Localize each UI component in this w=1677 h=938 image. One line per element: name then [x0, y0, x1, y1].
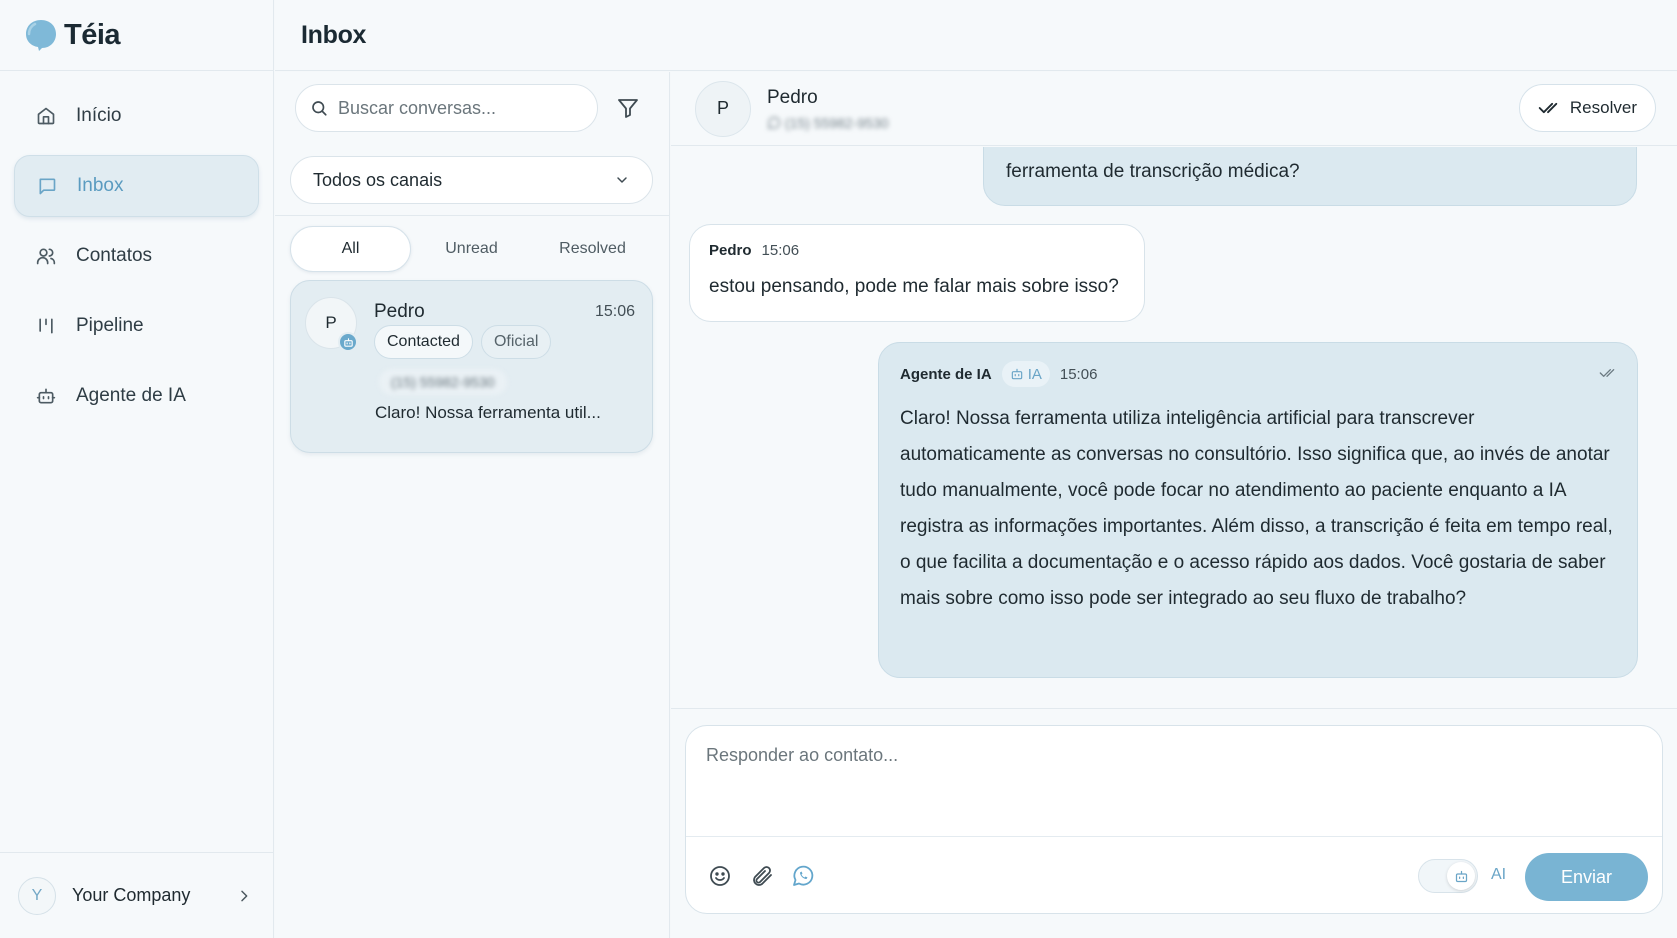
- message-time: 15:06: [1059, 365, 1098, 383]
- message-bubble-incoming: Pedro 15:06 estou pensando, pode me fala…: [689, 224, 1145, 322]
- message-meta: Agente de IA IA 15:06: [900, 361, 1617, 387]
- message-author: Pedro: [709, 242, 752, 259]
- conversation-phone: (15) 55982-9530: [379, 369, 507, 395]
- brand-logo-icon: [26, 20, 56, 51]
- message-time: 15:06: [761, 242, 800, 259]
- chat-contact-name: Pedro: [767, 86, 818, 108]
- company-switcher[interactable]: Y Your Company: [0, 852, 274, 938]
- ai-agent-badge: [338, 332, 358, 352]
- channel-select-value: Todos os canais: [313, 169, 443, 190]
- search-box[interactable]: [295, 84, 598, 132]
- filter-icon[interactable]: [616, 96, 640, 120]
- ai-toggle-label: AI: [1491, 866, 1507, 883]
- conversation-list-panel: Todos os canais All Unread Resolved P Pe…: [275, 72, 670, 938]
- pipeline-icon: [39, 318, 53, 334]
- ai-toggle[interactable]: [1418, 859, 1478, 893]
- tab-unread[interactable]: Unread: [411, 226, 532, 272]
- main-nav: Início Inbox Contatos Pipeline Agente de…: [0, 71, 273, 427]
- message-text: ferramenta de transcrição médica?: [1006, 161, 1300, 182]
- resolve-button[interactable]: Resolver: [1518, 84, 1656, 132]
- bot-icon: [1455, 870, 1467, 882]
- home-icon: [37, 107, 55, 125]
- bot-icon: [36, 388, 56, 404]
- search-icon: [312, 101, 327, 116]
- search-row: [275, 72, 669, 132]
- whatsapp-icon: [767, 116, 781, 129]
- brand[interactable]: Téia: [0, 0, 273, 71]
- users-icon: [36, 248, 56, 265]
- chat-panel: P Pedro (15) 55982-9530 Resolver ferrame…: [671, 72, 1677, 938]
- tag-contacted: Contacted: [374, 325, 473, 359]
- emoji-icon[interactable]: [708, 864, 732, 888]
- nav-item-label: Pipeline: [76, 315, 144, 336]
- page-title: Inbox: [301, 20, 367, 49]
- message-icon: [39, 178, 56, 195]
- resolve-label: Resolver: [1569, 98, 1637, 117]
- chat-contact-phone: (15) 55982-9530: [785, 114, 889, 131]
- composer-area: AI Enviar: [671, 708, 1677, 938]
- message-bubble-ai: Agente de IA IA 15:06 Claro! Nossa ferra…: [878, 342, 1638, 678]
- chevron-down-icon: [617, 177, 627, 183]
- nav-item-contatos[interactable]: Contatos: [14, 225, 259, 287]
- message-list: ferramenta de transcrição médica? Pedro …: [671, 147, 1677, 707]
- nav-item-inbox[interactable]: Inbox: [14, 155, 259, 217]
- attachment-icon[interactable]: [750, 864, 774, 888]
- search-input[interactable]: [338, 97, 578, 119]
- whatsapp-icon[interactable]: [791, 864, 815, 888]
- ia-badge-label: IA: [1027, 365, 1042, 383]
- conversation-preview: Claro! Nossa ferramenta util...: [375, 403, 601, 422]
- sidebar: Téia Início Inbox Contatos Pipeline Agen…: [0, 0, 274, 938]
- double-check-icon: [1599, 369, 1615, 377]
- message-text: Claro! Nossa ferramenta utiliza inteligê…: [900, 408, 1613, 609]
- page-header: Inbox: [275, 0, 1677, 71]
- ia-badge: IA: [1001, 361, 1050, 387]
- conversation-tags: Contacted Oficial: [374, 325, 552, 359]
- brand-name: Téia: [64, 18, 121, 51]
- tab-resolved[interactable]: Resolved: [532, 226, 653, 272]
- tag-oficial: Oficial: [480, 325, 552, 359]
- composer: AI Enviar: [685, 725, 1663, 914]
- channel-select[interactable]: Todos os canais: [290, 156, 653, 204]
- nav-item-inicio[interactable]: Início: [14, 85, 259, 147]
- channel-select-wrap: Todos os canais: [275, 132, 669, 204]
- conversation-tabs: All Unread Resolved: [275, 216, 669, 272]
- company-name: Your Company: [72, 885, 191, 905]
- message-meta: Pedro 15:06: [709, 242, 1144, 259]
- reply-input[interactable]: [686, 726, 1662, 836]
- nav-item-label: Início: [76, 105, 122, 126]
- conversation-name: Pedro: [374, 301, 425, 322]
- send-button[interactable]: Enviar: [1525, 853, 1648, 901]
- double-check-icon: [1538, 102, 1558, 114]
- chat-header: P Pedro (15) 55982-9530 Resolver: [671, 72, 1677, 146]
- bot-icon: [1011, 368, 1022, 380]
- chat-contact-phone-row: (15) 55982-9530: [767, 115, 889, 131]
- nav-item-label: Agente de IA: [76, 385, 186, 406]
- bot-icon: [343, 337, 353, 347]
- message-text: estou pensando, pode me falar mais sobre…: [709, 276, 1119, 297]
- message-bubble-outgoing: ferramenta de transcrição médica?: [983, 147, 1637, 206]
- nav-item-label: Contatos: [76, 245, 153, 266]
- message-author: Agente de IA: [900, 365, 992, 383]
- chat-contact-info: Pedro (15) 55982-9530: [767, 87, 889, 131]
- nav-item-label: Inbox: [77, 175, 124, 196]
- conversation-item[interactable]: P Pedro 15:06 Contacted Oficial (15) 559…: [290, 280, 653, 453]
- ai-toggle-knob: [1447, 862, 1475, 890]
- nav-item-agente-ia[interactable]: Agente de IA: [14, 365, 259, 427]
- chevron-right-icon: [241, 890, 248, 901]
- composer-divider: [686, 836, 1662, 837]
- chat-contact-avatar: P: [695, 80, 751, 137]
- tab-all[interactable]: All: [290, 226, 411, 272]
- nav-item-pipeline[interactable]: Pipeline: [14, 295, 259, 357]
- conversation-time: 15:06: [594, 303, 635, 320]
- company-avatar: Y: [18, 876, 56, 915]
